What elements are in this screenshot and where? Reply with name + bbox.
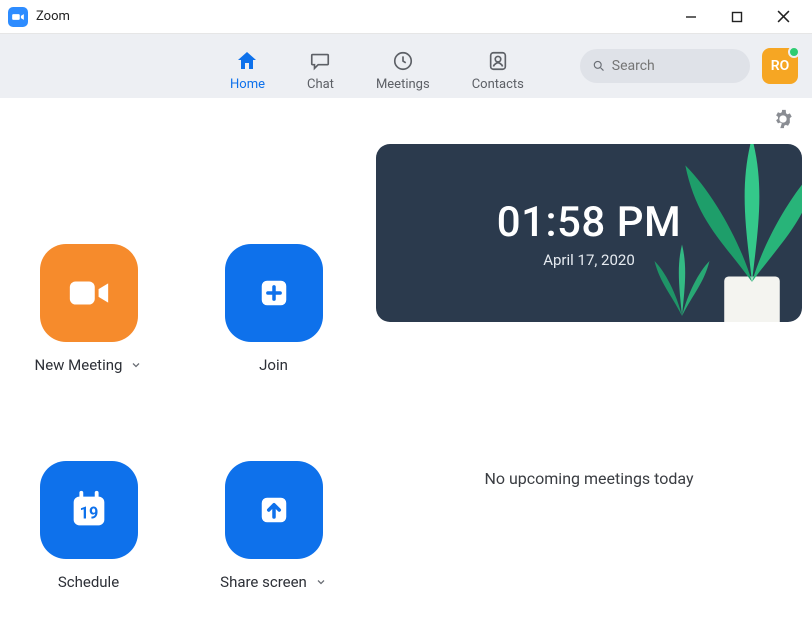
tab-label: Home: [230, 77, 265, 92]
share-screen-button[interactable]: [225, 461, 323, 559]
calendar-icon: 19: [66, 487, 112, 533]
plant-decoration-icon: [682, 144, 802, 322]
window-title: Zoom: [36, 9, 70, 24]
app-logo-icon: [8, 7, 28, 27]
home-icon: [234, 48, 260, 74]
actions-grid: New Meeting Join 19 Schedul: [16, 144, 376, 619]
tab-label: Chat: [307, 77, 334, 92]
chevron-down-icon: [315, 576, 327, 588]
settings-button[interactable]: [772, 108, 794, 134]
tab-meetings[interactable]: Meetings: [376, 40, 430, 92]
tab-home[interactable]: Home: [230, 40, 265, 92]
right-column: 01:58 PM April 17, 2020 No upcoming meet…: [376, 144, 802, 619]
action-label-row[interactable]: Share screen: [220, 573, 327, 591]
clock-date: April 17, 2020: [543, 251, 635, 269]
action-share-screen: Share screen: [201, 461, 346, 620]
top-nav: Home Chat Meetings Contacts RO: [0, 34, 812, 98]
main-content: New Meeting Join 19 Schedul: [0, 144, 812, 629]
upcoming-message: No upcoming meetings today: [484, 469, 693, 488]
minimize-button[interactable]: [668, 1, 714, 33]
video-icon: [66, 270, 112, 316]
search-box[interactable]: [580, 49, 750, 83]
action-label: Schedule: [58, 573, 119, 591]
tab-contacts[interactable]: Contacts: [472, 40, 524, 92]
gear-icon: [772, 108, 794, 130]
settings-row: [0, 98, 812, 144]
maximize-button[interactable]: [714, 1, 760, 33]
action-join: Join: [201, 244, 346, 403]
action-label: Join: [259, 356, 288, 374]
arrow-up-icon: [253, 489, 295, 531]
action-new-meeting: New Meeting: [16, 244, 161, 403]
svg-text:19: 19: [79, 503, 98, 522]
tab-chat[interactable]: Chat: [307, 40, 334, 92]
search-input[interactable]: [612, 58, 734, 74]
action-label-row: Join: [259, 356, 288, 374]
tab-label: Contacts: [472, 77, 524, 92]
tab-label: Meetings: [376, 77, 430, 92]
presence-dot-icon: [788, 46, 800, 58]
action-label-row: Schedule: [58, 573, 119, 591]
chat-icon: [307, 48, 333, 74]
join-button[interactable]: [225, 244, 323, 342]
schedule-button[interactable]: 19: [40, 461, 138, 559]
action-label: New Meeting: [35, 356, 123, 374]
plus-icon: [253, 272, 295, 314]
contacts-icon: [485, 48, 511, 74]
upcoming-panel: No upcoming meetings today: [376, 338, 802, 619]
action-schedule: 19 Schedule: [16, 461, 161, 620]
avatar-initials: RO: [771, 58, 790, 74]
clock-icon: [390, 48, 416, 74]
clock-card: 01:58 PM April 17, 2020: [376, 144, 802, 322]
action-label-row[interactable]: New Meeting: [35, 356, 143, 374]
new-meeting-button[interactable]: [40, 244, 138, 342]
avatar[interactable]: RO: [762, 48, 798, 84]
chevron-down-icon: [130, 359, 142, 371]
close-button[interactable]: [760, 1, 806, 33]
search-icon: [592, 58, 606, 74]
action-label: Share screen: [220, 573, 307, 591]
title-bar: Zoom: [0, 0, 812, 34]
